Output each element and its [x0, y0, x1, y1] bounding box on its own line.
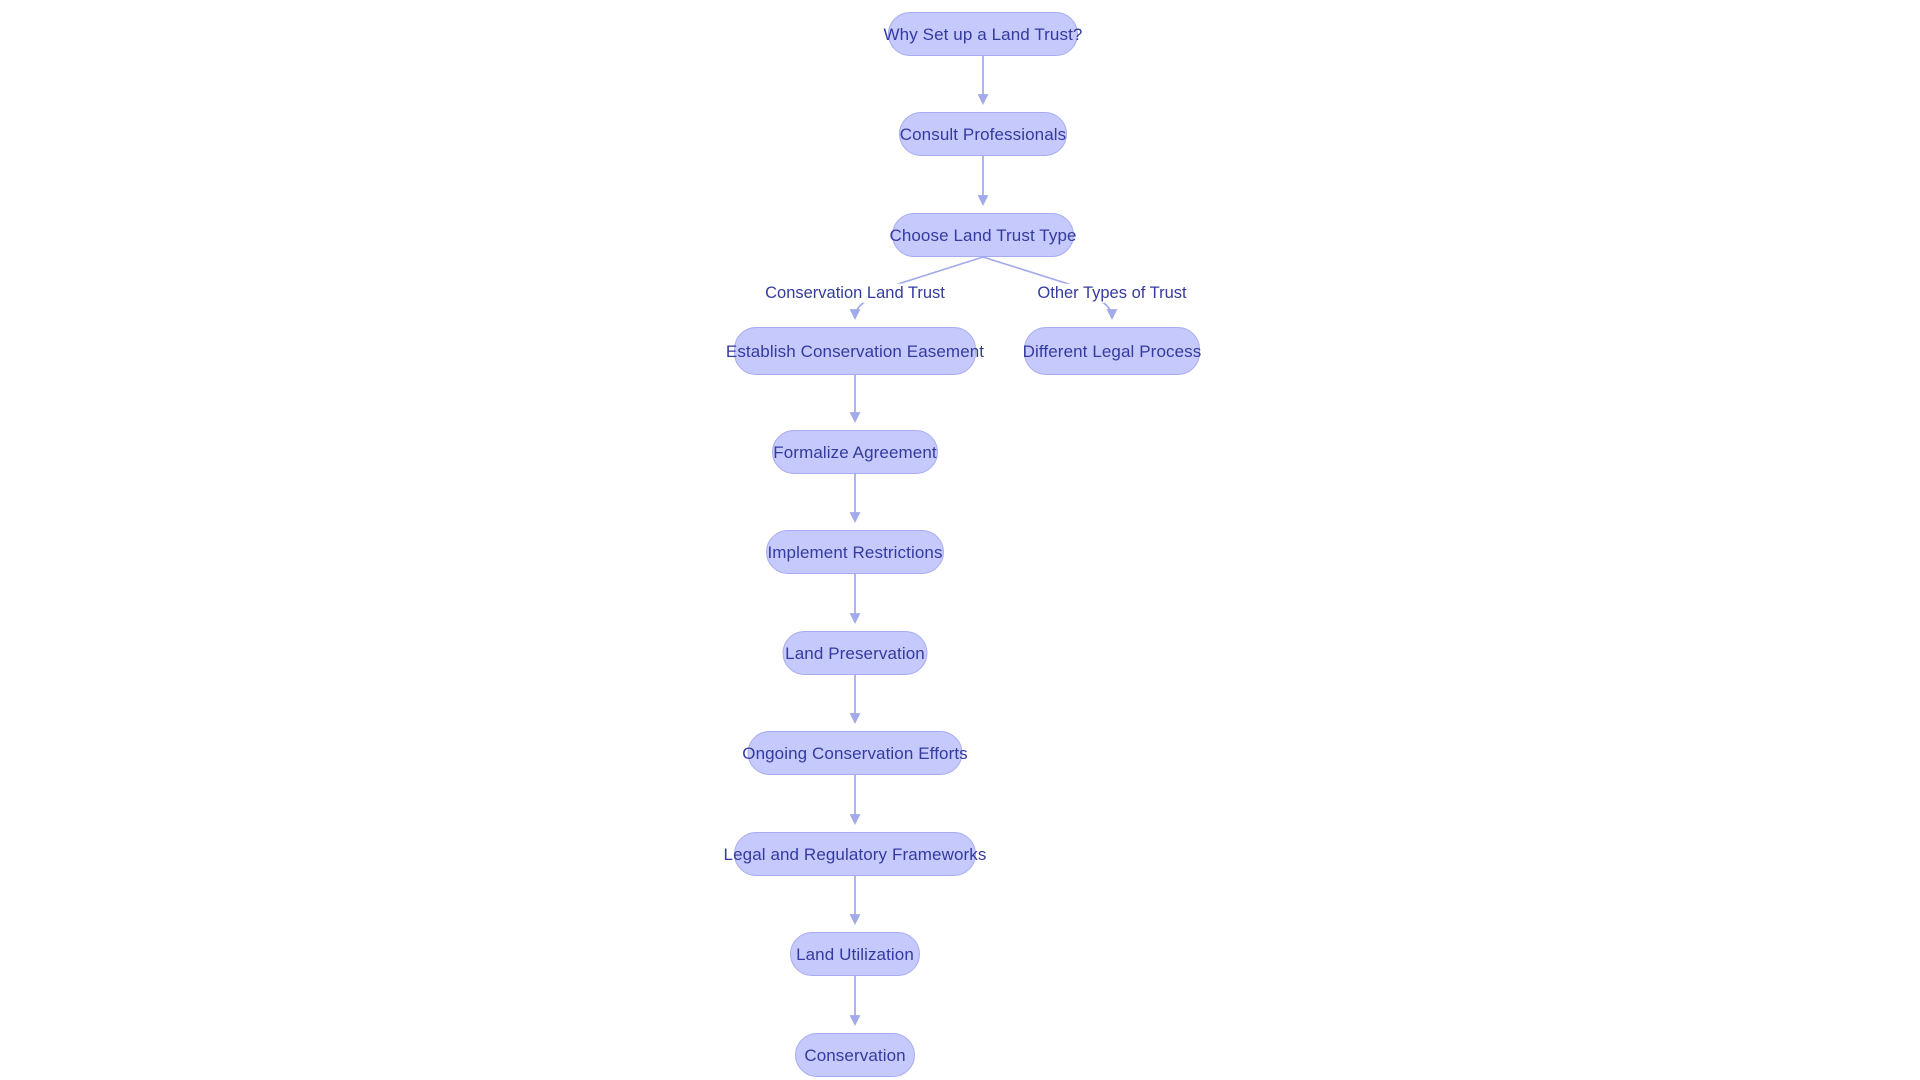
flow-node-label: Why Set up a Land Trust?: [883, 24, 1083, 44]
flow-node-conservation[interactable]: Conservation: [795, 1033, 915, 1077]
flow-node-utilization[interactable]: Land Utilization: [790, 932, 920, 976]
flow-edge-label: Conservation Land Trust: [762, 283, 948, 303]
flow-node-different[interactable]: Different Legal Process: [1022, 327, 1202, 375]
flow-node-consult[interactable]: Consult Professionals: [899, 112, 1067, 156]
flow-node-legal[interactable]: Legal and Regulatory Frameworks: [724, 832, 986, 876]
edge-layer: [849, 56, 1118, 1027]
flow-node-why[interactable]: Why Set up a Land Trust?: [884, 12, 1082, 56]
flow-node-implement[interactable]: Implement Restrictions: [766, 530, 944, 574]
flow-node-label: Formalize Agreement: [773, 442, 937, 462]
flow-node-label: Establish Conservation Easement: [725, 341, 985, 361]
flow-node-preserve[interactable]: Land Preservation: [782, 631, 928, 675]
flow-node-choose[interactable]: Choose Land Trust Type: [889, 213, 1077, 257]
flow-node-label: Ongoing Conservation Efforts: [742, 743, 968, 763]
flow-node-label: Land Utilization: [796, 944, 914, 964]
flow-edge-label: Other Types of Trust: [1034, 283, 1190, 303]
flow-node-label: Land Preservation: [785, 643, 925, 663]
flowchart-canvas: Why Set up a Land Trust? Consult Professi…: [0, 0, 1920, 1080]
flow-node-label: Implement Restrictions: [767, 542, 943, 562]
flow-node-label: Conservation: [804, 1045, 906, 1065]
flow-node-label: Legal and Regulatory Frameworks: [723, 844, 987, 864]
flow-node-formalize[interactable]: Formalize Agreement: [772, 430, 938, 474]
flow-node-label: Choose Land Trust Type: [889, 225, 1077, 245]
flow-node-label: Different Legal Process: [1022, 341, 1202, 361]
flow-node-easement[interactable]: Establish Conservation Easement: [726, 327, 984, 375]
flow-node-label: Consult Professionals: [899, 124, 1067, 144]
flow-node-ongoing[interactable]: Ongoing Conservation Efforts: [742, 731, 968, 775]
